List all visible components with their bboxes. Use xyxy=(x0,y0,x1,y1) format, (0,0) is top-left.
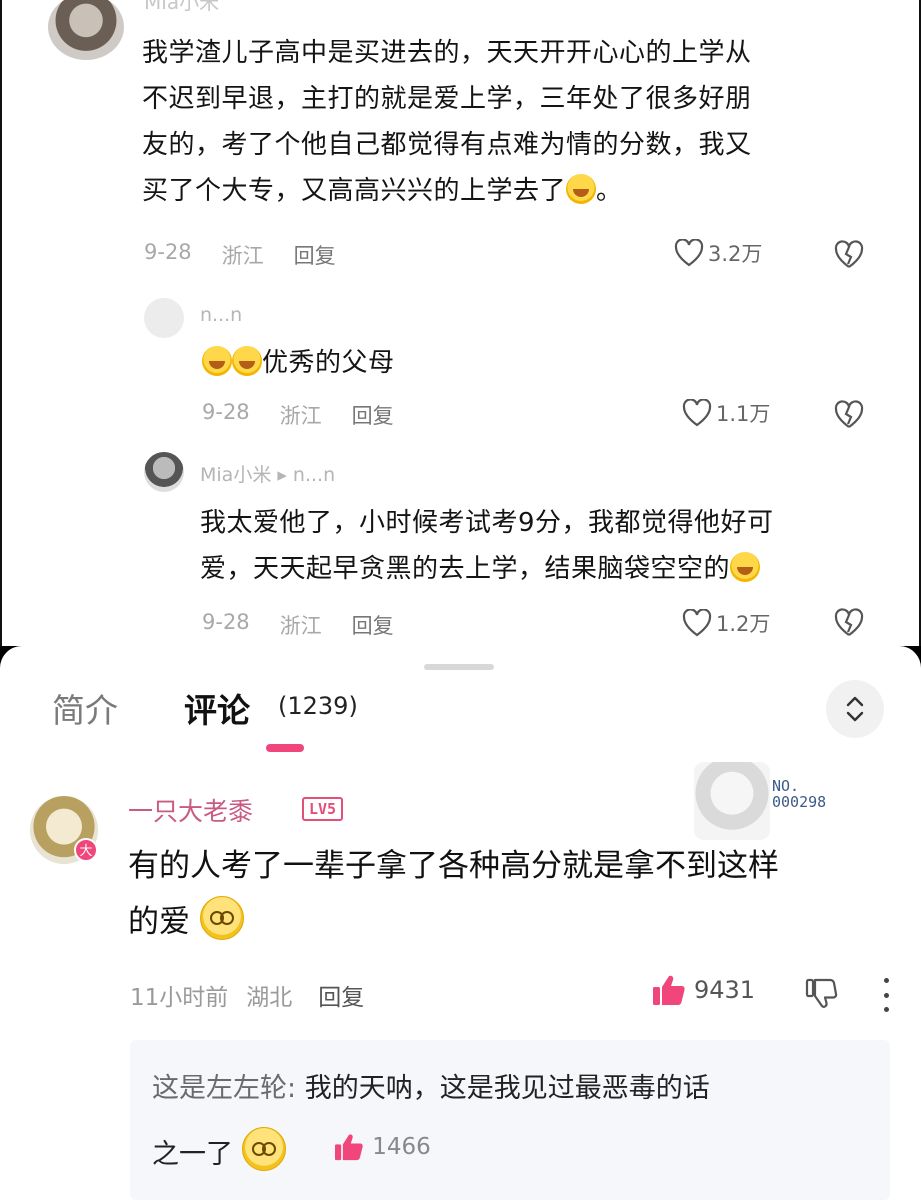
reply-text: 这是左左轮: 我的天呐，这是我见过最恶毒的话 之一了 1466 xyxy=(152,1060,872,1184)
avatar[interactable] xyxy=(48,0,124,60)
chevron-up-down-icon xyxy=(846,696,864,722)
username: Mia小米 ▸ n...n xyxy=(200,464,336,486)
drag-handle[interactable] xyxy=(424,664,494,670)
username: Mia小米 xyxy=(144,0,220,14)
comment-time: 11小时前 xyxy=(130,985,229,1011)
thumbs-up-icon xyxy=(335,1134,363,1161)
tab-comments[interactable]: 评论 xyxy=(184,684,250,732)
worried-face-emoji-icon xyxy=(241,1127,286,1171)
comment-count: (1239) xyxy=(278,692,358,720)
comment-text: 我学渣儿子高中是买进去的，天天开开心心的上学从 不迟到早退，主打的就是爱上学，三… xyxy=(142,38,752,206)
reply-button[interactable]: 回复 xyxy=(352,610,394,640)
active-tab-indicator xyxy=(266,744,304,752)
laugh-cry-emoji-icon xyxy=(232,346,262,376)
like-count: 1.1万 xyxy=(716,402,771,426)
reply-button[interactable]: 回复 xyxy=(352,400,394,430)
sort-button[interactable] xyxy=(826,680,884,738)
reply-like-count: 1466 xyxy=(372,1134,431,1160)
avatar-pendant xyxy=(694,762,770,840)
like-count: 1.2万 xyxy=(716,612,771,636)
broken-heart-icon[interactable] xyxy=(834,608,864,638)
dizzy-face-emoji-icon xyxy=(199,896,244,940)
comment-meta: 11小时前 湖北 回复 xyxy=(130,978,364,1012)
like-button[interactable]: 9431 xyxy=(652,974,755,1006)
comment-panel: 简介 评论 (1239) 大 一只大老黍 LV5 NO. 000298 有的人考… xyxy=(0,646,921,1200)
like-button[interactable]: 1.2万 xyxy=(682,608,770,638)
reply-button[interactable]: 回复 xyxy=(318,978,364,1012)
broken-heart-icon[interactable] xyxy=(834,400,864,430)
level-badge: LV5 xyxy=(302,797,344,821)
reply-author: 这是左左轮: xyxy=(152,1073,297,1104)
heart-icon xyxy=(674,239,704,267)
comment-meta: 9-28 浙江 回复 xyxy=(144,240,336,270)
avatar[interactable] xyxy=(144,298,184,338)
verified-badge-icon: 大 xyxy=(74,838,98,862)
heart-icon xyxy=(682,609,712,637)
like-count: 9431 xyxy=(694,976,756,1004)
like-button[interactable]: 1.1万 xyxy=(682,398,770,428)
thumbs-up-icon xyxy=(653,975,685,1005)
tab-intro[interactable]: 简介 xyxy=(52,684,118,732)
grin-emoji-icon xyxy=(730,552,761,582)
dot-icon xyxy=(883,978,889,983)
reply-meta: 9-28 浙江 回复 xyxy=(202,400,394,430)
reply-text: 优秀的父母 xyxy=(202,340,395,386)
pendant-number: NO. 000298 xyxy=(772,777,827,811)
comment-text: 有的人考了一辈子拿了各种高分就是拿不到这样 的爱 xyxy=(128,848,779,940)
username: n...n xyxy=(200,304,243,326)
dot-icon xyxy=(883,1007,889,1012)
heart-icon xyxy=(682,399,712,427)
thumbs-down-icon[interactable] xyxy=(804,976,838,1010)
more-options-button[interactable] xyxy=(876,978,896,1012)
broken-heart-icon[interactable] xyxy=(834,240,864,270)
comment-location: 湖北 xyxy=(246,985,293,1011)
dot-icon xyxy=(883,992,889,998)
like-button[interactable]: 3.2万 xyxy=(674,238,762,268)
username[interactable]: 一只大老黍 xyxy=(128,792,253,828)
like-count: 3.2万 xyxy=(708,242,763,266)
reply-preview[interactable]: 这是左左轮: 我的天呐，这是我见过最恶毒的话 之一了 1466 xyxy=(130,1040,890,1200)
avatar[interactable] xyxy=(144,452,184,492)
reply-like-button[interactable]: 1466 xyxy=(334,1118,431,1176)
reply-button[interactable]: 回复 xyxy=(294,240,336,270)
embedded-screenshot: Mia小米 我学渣儿子高中是买进去的，天天开开心心的上学从 不迟到早退，主打的就… xyxy=(0,0,921,646)
reply-meta: 9-28 浙江 回复 xyxy=(202,610,394,640)
laugh-cry-emoji-icon xyxy=(202,346,232,376)
laugh-cry-emoji-icon xyxy=(566,174,597,204)
reply-text: 我太爱他了，小时候考试考9分，我都觉得他好可 爱，天天起早贪黑的去上学，结果脑袋… xyxy=(200,508,774,584)
